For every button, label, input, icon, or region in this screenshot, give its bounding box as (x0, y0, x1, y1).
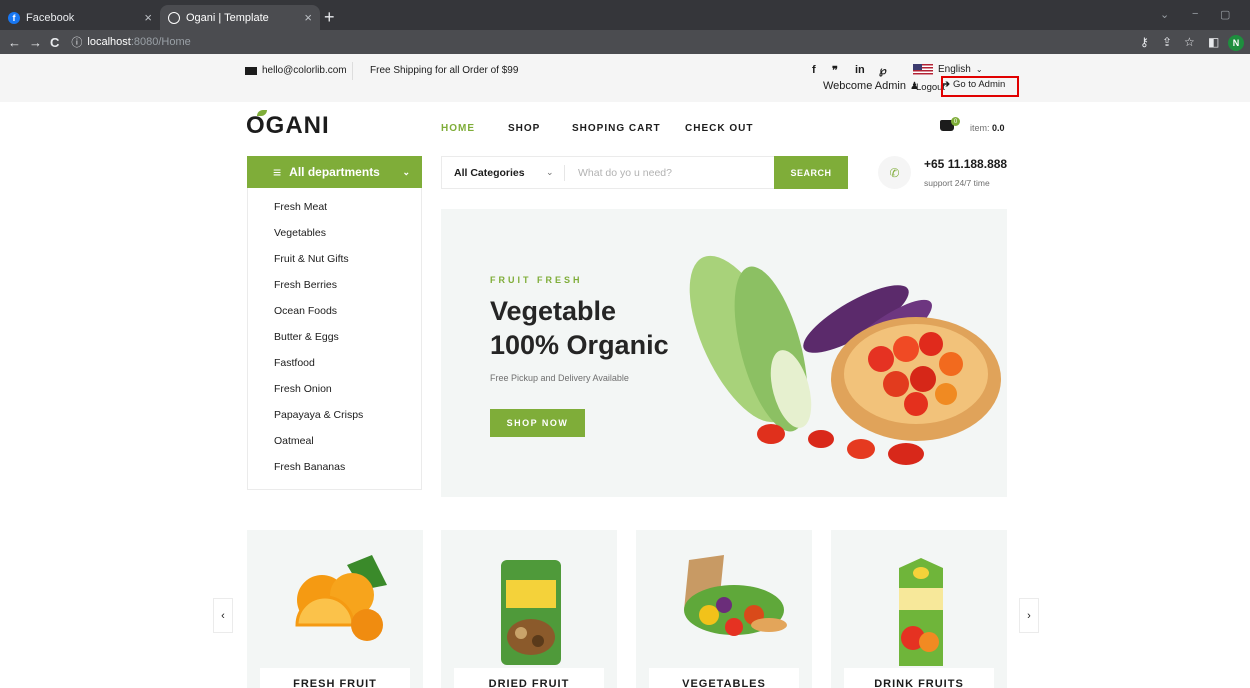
browser-tab-facebook[interactable]: f Facebook × (0, 5, 160, 30)
contact-email: hello@colorlib.com (245, 65, 347, 76)
department-item[interactable]: Fresh Onion (274, 383, 332, 395)
cart-total: item: 0.0 (970, 123, 1005, 133)
language-label: English (938, 64, 971, 75)
new-tab-button[interactable]: + (324, 8, 335, 26)
divider (564, 165, 565, 181)
tab-title: Facebook (26, 11, 75, 24)
forward-icon[interactable]: → (29, 35, 42, 50)
shop-now-button[interactable]: SHOP NOW (490, 409, 585, 437)
department-item[interactable]: Oatmeal (274, 435, 314, 447)
nav-home[interactable]: HOME (441, 123, 475, 134)
chevron-down-icon: ⌄ (402, 166, 410, 177)
department-item[interactable]: Ocean Foods (274, 305, 337, 317)
highlight-box (941, 76, 1019, 97)
globe-favicon-icon (168, 11, 180, 24)
menu-bars-icon: ≡ (273, 164, 282, 180)
department-item[interactable]: Papayaya & Crisps (274, 409, 363, 421)
search-form: All Categories ⌄ SEARCH (441, 156, 848, 189)
chevron-down-icon: ⌄ (975, 65, 983, 74)
department-item[interactable]: Vegetables (274, 227, 326, 239)
item-value: 0.0 (992, 123, 1005, 133)
phone-icon: ✆ (878, 156, 911, 189)
sidepanel-icon[interactable]: ◧ (1208, 35, 1219, 49)
linkedin-icon[interactable]: in (855, 64, 865, 76)
juice-carton-image (899, 558, 943, 666)
category-select[interactable]: All Categories (454, 167, 525, 179)
nav-check-out[interactable]: CHECK OUT (685, 123, 753, 134)
share-icon[interactable]: ⇪ (1162, 35, 1172, 49)
pinterest-icon[interactable]: ℘ (879, 64, 887, 77)
item-label: item: (970, 123, 990, 133)
department-item[interactable]: Fresh Meat (274, 201, 327, 213)
department-item[interactable]: Fastfood (274, 357, 315, 369)
department-item[interactable]: Fresh Bananas (274, 461, 345, 473)
bookmark-star-icon[interactable]: ☆ (1184, 35, 1195, 49)
profile-avatar[interactable]: N (1228, 35, 1244, 51)
nav-shopping-cart[interactable]: SHOPING CART (572, 123, 661, 134)
url-host: localhost (87, 36, 131, 48)
site-logo[interactable]: OGANI (246, 112, 330, 140)
welcome-text: Webcome Admin (823, 80, 906, 92)
hero-vegetables-image (689, 255, 1001, 465)
phone-number: +65 11.188.888 (924, 157, 1008, 171)
chevron-down-icon[interactable]: ⌄ (546, 167, 554, 178)
maximize-icon[interactable]: ▢ (1220, 8, 1230, 21)
hero-title-line2: 100% Organic (490, 330, 669, 360)
all-departments-label: All departments (289, 165, 380, 179)
close-tab-icon[interactable]: × (144, 10, 152, 25)
twitter-icon[interactable]: ❞ (832, 64, 838, 77)
tab-title: Ogani | Template (186, 11, 269, 24)
vegetables-bag-image (684, 555, 787, 636)
carousel-prev-button[interactable]: ‹ (213, 598, 233, 633)
language-selector[interactable]: English ⌄ (913, 64, 983, 75)
email-text: hello@colorlib.com (262, 65, 347, 76)
cart-count-badge: 0 (951, 117, 960, 126)
department-item[interactable]: Fruit & Nut Gifts (274, 253, 349, 265)
hero-subtitle: FRUIT FRESH (490, 275, 583, 285)
shipping-notice: Free Shipping for all Order of $99 (370, 65, 519, 76)
search-button[interactable]: SEARCH (774, 156, 848, 189)
departments-list: Fresh Meat Vegetables Fruit & Nut Gifts … (247, 188, 422, 490)
back-icon[interactable]: ← (8, 35, 21, 50)
welcome-user: Webcome Admin ♟ (823, 80, 919, 92)
search-input[interactable] (578, 163, 768, 183)
url-path: :8080/Home (130, 36, 191, 48)
oranges-image (295, 555, 387, 641)
close-tab-icon[interactable]: × (304, 10, 312, 25)
envelope-icon (245, 66, 257, 75)
url-field[interactable]: ⓘ localhost:8080/Home (71, 34, 190, 50)
info-icon[interactable]: ⓘ (71, 34, 82, 50)
divider (352, 62, 353, 80)
site-top-bar: hello@colorlib.com Free Shipping for all… (0, 54, 1250, 102)
address-bar: ← → C ⓘ localhost:8080/Home (0, 30, 1250, 54)
carousel-next-button[interactable]: › (1019, 598, 1039, 633)
category-card[interactable]: DRINK FRUITS (831, 530, 1007, 688)
category-label: FRESH FRUIT (260, 668, 410, 688)
dried-fruit-bag-image (501, 560, 561, 665)
support-text: support 24/7 time (924, 178, 990, 188)
hero-banner: FRUIT FRESH Vegetable 100% Organic Free … (441, 209, 1007, 497)
category-label: VEGETABLES (649, 668, 799, 688)
reload-icon[interactable]: C (50, 35, 59, 50)
category-card[interactable]: VEGETABLES (636, 530, 812, 688)
hero-title-line1: Vegetable (490, 296, 617, 326)
facebook-favicon-icon: f (8, 11, 20, 24)
tab-search-icon[interactable]: ⌄ (1160, 8, 1169, 21)
all-departments-button[interactable]: ≡ All departments ⌄ (247, 156, 422, 188)
category-card[interactable]: FRESH FRUIT (247, 530, 423, 688)
browser-tab-ogani[interactable]: Ogani | Template × (160, 5, 320, 30)
department-item[interactable]: Fresh Berries (274, 279, 337, 291)
facebook-icon[interactable]: f (812, 64, 816, 76)
category-label: DRINK FRUITS (844, 668, 994, 688)
minimize-icon[interactable]: − (1192, 8, 1198, 20)
nav-shop[interactable]: SHOP (508, 123, 540, 134)
category-card[interactable]: DRIED FRUIT (441, 530, 617, 688)
department-item[interactable]: Butter & Eggs (274, 331, 339, 343)
hero-description: Free Pickup and Delivery Available (490, 373, 629, 383)
us-flag-icon (913, 64, 933, 75)
category-label: DRIED FRUIT (454, 668, 604, 688)
key-icon[interactable]: ⚷ (1140, 35, 1149, 49)
